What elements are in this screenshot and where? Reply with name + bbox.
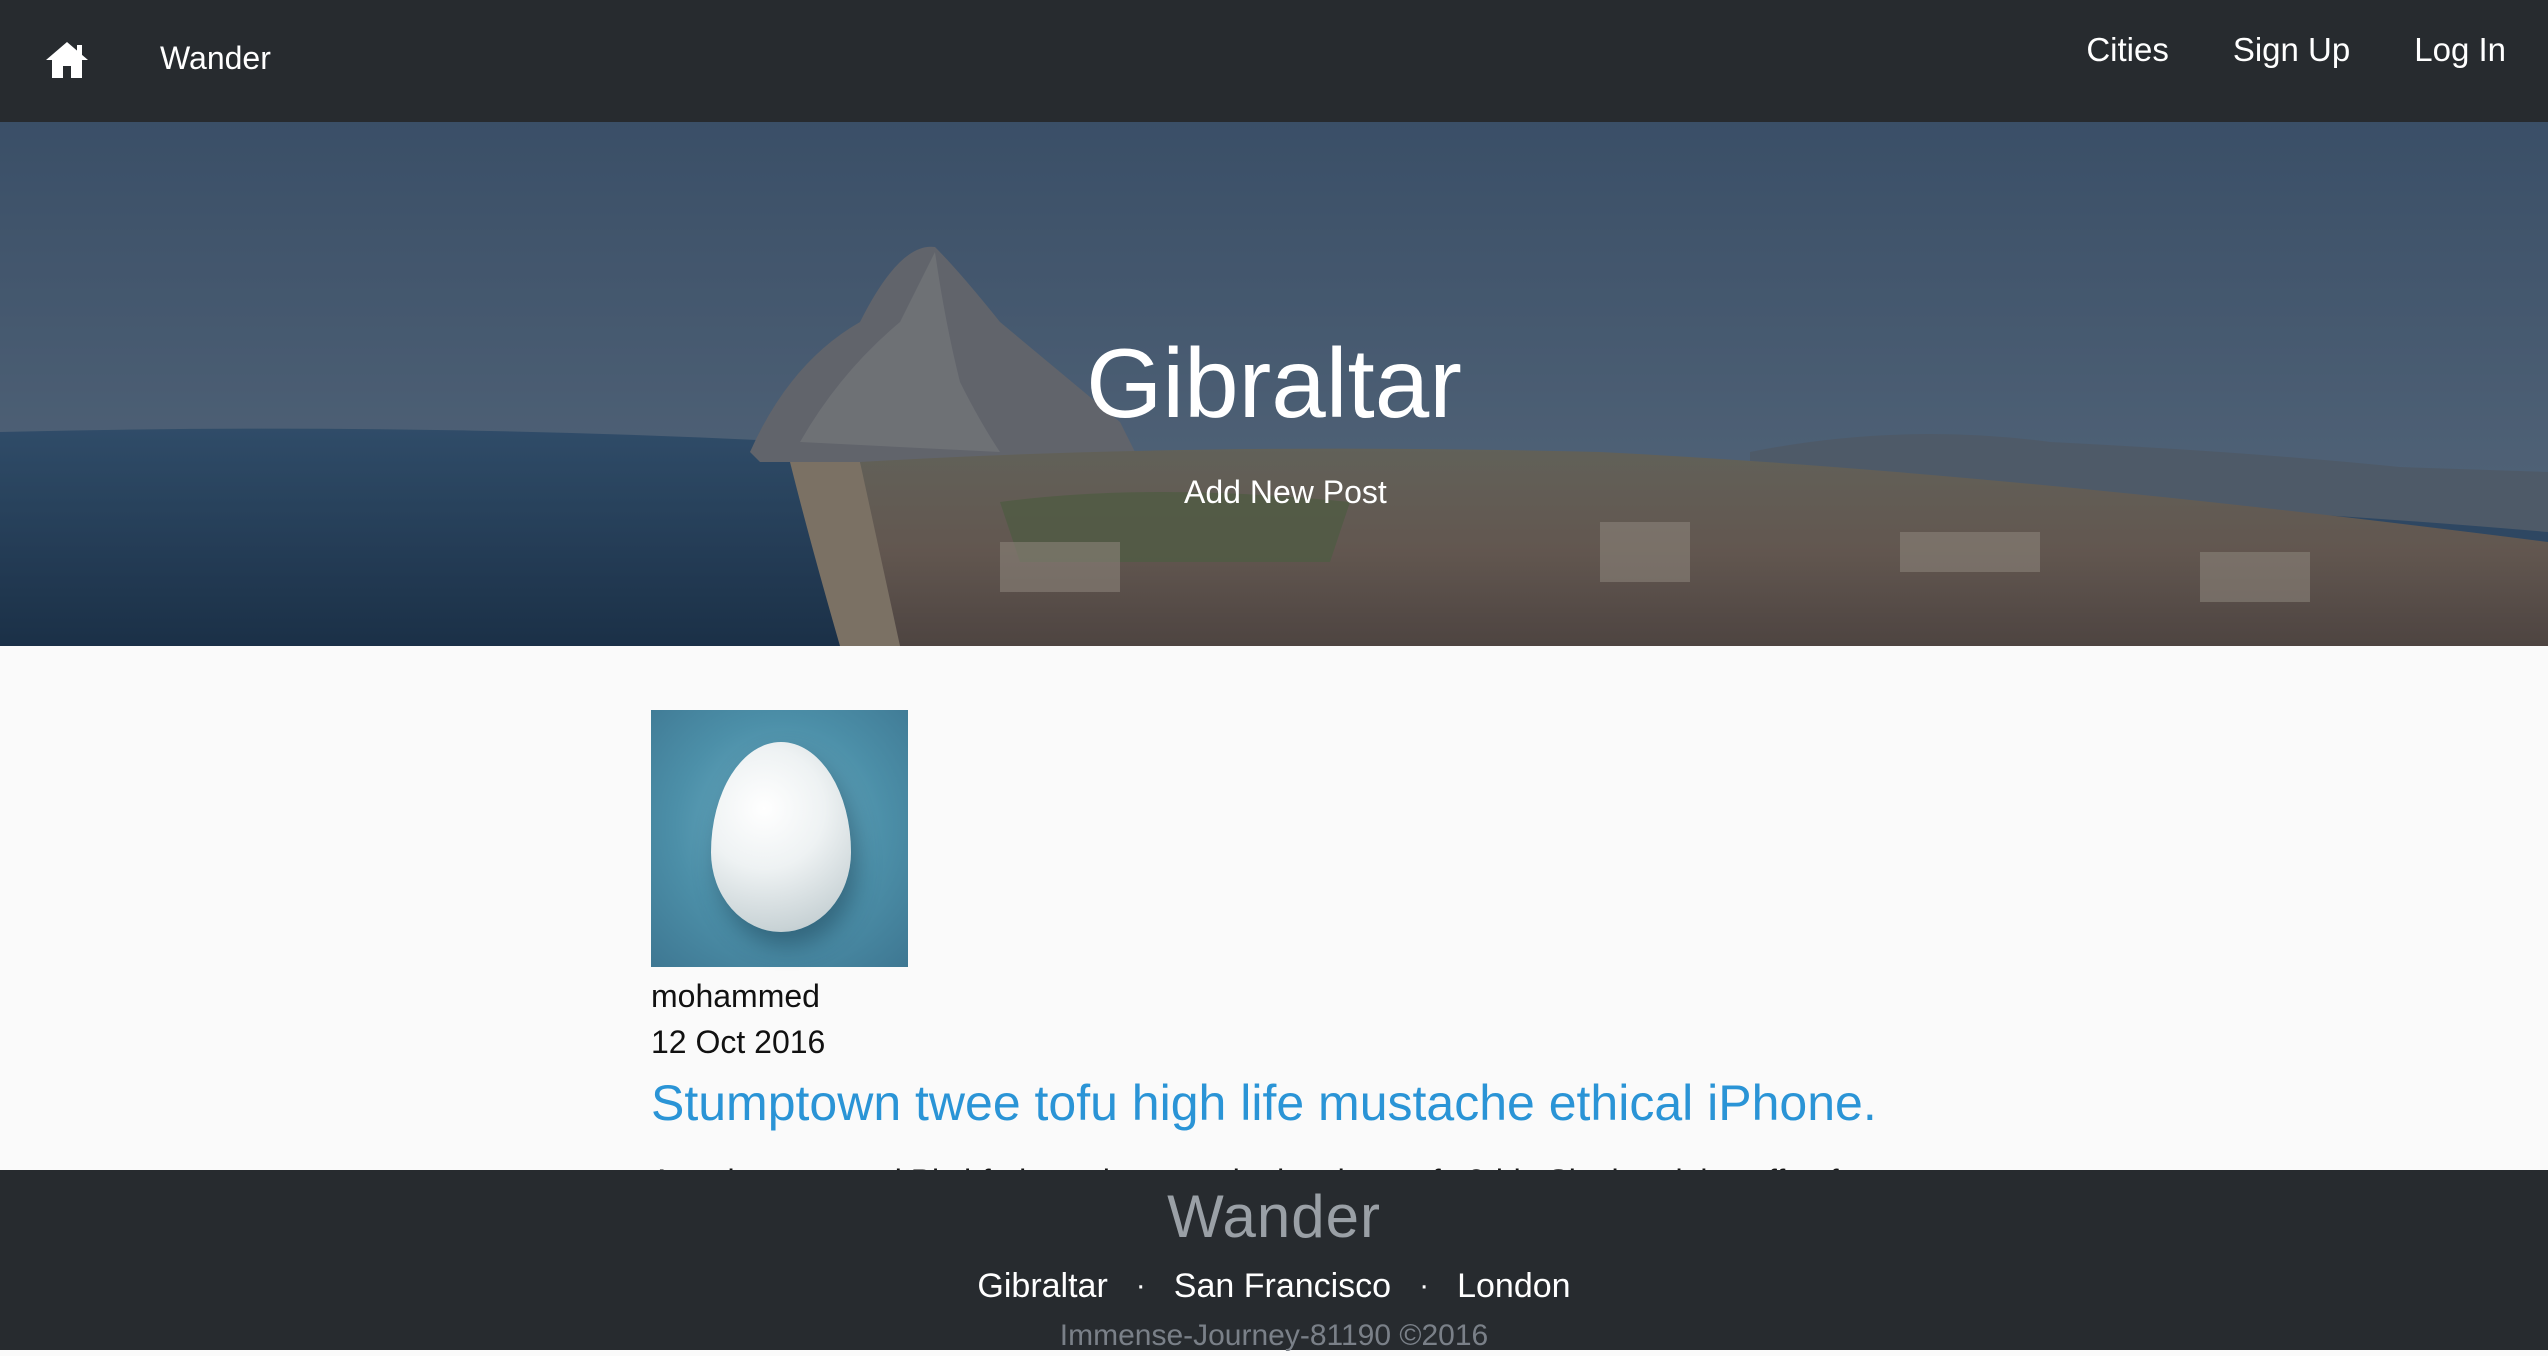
footer-separator: ·	[1419, 1269, 1430, 1302]
nav-signup-link[interactable]: Sign Up	[2233, 30, 2350, 70]
city-hero-banner: Gibraltar Add New Post	[0, 122, 2548, 646]
top-navbar: Wander Cities Sign Up Log In	[0, 0, 2548, 122]
author-avatar[interactable]	[651, 710, 908, 967]
post-date: 12 Oct 2016	[651, 1024, 826, 1060]
footer-separator: ·	[1135, 1269, 1146, 1302]
post-author[interactable]: mohammed	[651, 973, 1901, 1019]
post-title-link[interactable]: Stumptown twee tofu high life mustache e…	[651, 1071, 1901, 1135]
nav-links: Cities Sign Up Log In	[2086, 30, 2506, 70]
nav-login-link[interactable]: Log In	[2414, 30, 2506, 70]
city-title: Gibraltar	[1086, 328, 1462, 438]
home-icon[interactable]	[44, 40, 90, 80]
egg-avatar-icon	[711, 742, 851, 932]
add-new-post-link[interactable]: Add New Post	[1184, 472, 1387, 512]
footer-link-london[interactable]: London	[1457, 1264, 1570, 1308]
footer-link-san-francisco[interactable]: San Francisco	[1174, 1264, 1391, 1308]
post-card: mohammed 12 Oct 2016 Stumptown twee tofu…	[651, 710, 1901, 1203]
footer-city-links: Gibraltar · San Francisco · London	[0, 1264, 2548, 1308]
footer-copyright: Immense-Journey-81190 ©2016	[1059, 1319, 1489, 1352]
footer: Wander Gibraltar · San Francisco · Londo…	[0, 1170, 2548, 1352]
nav-cities-link[interactable]: Cities	[2086, 30, 2169, 70]
footer-link-gibraltar[interactable]: Gibraltar	[977, 1264, 1107, 1308]
footer-brand: Wander	[1167, 1183, 1381, 1250]
brand-link[interactable]: Wander	[160, 38, 271, 78]
